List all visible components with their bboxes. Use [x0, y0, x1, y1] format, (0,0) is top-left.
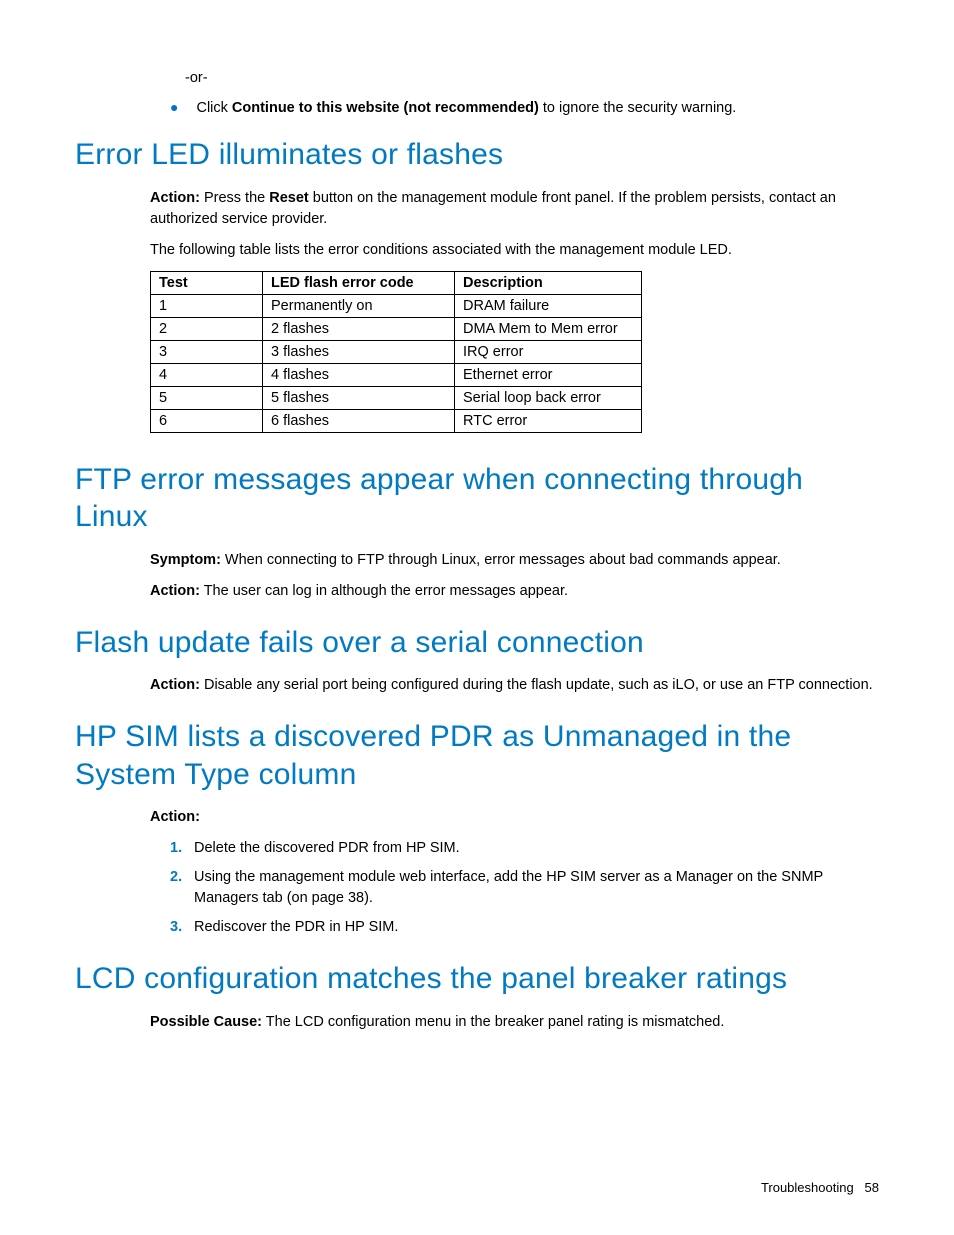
table-cell: DMA Mem to Mem error	[455, 317, 642, 340]
page-footer: Troubleshooting 58	[761, 1180, 879, 1195]
table-cell: 5 flashes	[263, 386, 455, 409]
table-row: 33 flashesIRQ error	[151, 340, 642, 363]
ordered-steps: 1.Delete the discovered PDR from HP SIM.…	[170, 838, 879, 938]
table-cell: RTC error	[455, 409, 642, 432]
table-cell: 1	[151, 294, 263, 317]
table-cell: 6	[151, 409, 263, 432]
possible-cause-text: Possible Cause: The LCD configuration me…	[150, 1012, 879, 1033]
table-row: 22 flashesDMA Mem to Mem error	[151, 317, 642, 340]
list-number: 1.	[170, 838, 194, 859]
list-text: Using the management module web interfac…	[194, 867, 879, 909]
action-text: Action: Press the Reset button on the ma…	[150, 188, 879, 230]
list-text: Rediscover the PDR in HP SIM.	[194, 917, 398, 938]
table-cell: 4	[151, 363, 263, 386]
list-item: 3.Rediscover the PDR in HP SIM.	[170, 917, 879, 938]
bullet-icon: ●	[170, 98, 178, 118]
table-row: 44 flashesEthernet error	[151, 363, 642, 386]
list-item: 1.Delete the discovered PDR from HP SIM.	[170, 838, 879, 859]
footer-section: Troubleshooting	[761, 1180, 854, 1195]
heading-lcd-config: LCD configuration matches the panel brea…	[75, 960, 879, 998]
footer-page-number: 58	[865, 1180, 879, 1195]
table-intro: The following table lists the error cond…	[150, 240, 879, 261]
list-number: 2.	[170, 867, 194, 909]
table-cell: DRAM failure	[455, 294, 642, 317]
action-text: Action: The user can log in although the…	[150, 581, 879, 602]
error-code-table: Test LED flash error code Description 1P…	[150, 271, 642, 433]
symptom-text: Symptom: When connecting to FTP through …	[150, 550, 879, 571]
action-label: Action:	[150, 807, 879, 828]
heading-flash-update: Flash update fails over a serial connect…	[75, 624, 879, 662]
document-page: -or- ● Click Continue to this website (n…	[0, 0, 954, 1235]
table-row: 55 flashesSerial loop back error	[151, 386, 642, 409]
heading-error-led: Error LED illuminates or flashes	[75, 136, 879, 174]
table-cell: 6 flashes	[263, 409, 455, 432]
heading-hp-sim: HP SIM lists a discovered PDR as Unmanag…	[75, 718, 879, 793]
bullet-item: ● Click Continue to this website (not re…	[170, 98, 879, 118]
table-cell: 3 flashes	[263, 340, 455, 363]
list-item: 2.Using the management module web interf…	[170, 867, 879, 909]
table-row: 66 flashesRTC error	[151, 409, 642, 432]
table-cell: Ethernet error	[455, 363, 642, 386]
heading-ftp-error: FTP error messages appear when connectin…	[75, 461, 879, 536]
list-number: 3.	[170, 917, 194, 938]
list-text: Delete the discovered PDR from HP SIM.	[194, 838, 460, 859]
table-cell: Permanently on	[263, 294, 455, 317]
table-cell: 5	[151, 386, 263, 409]
table-cell: IRQ error	[455, 340, 642, 363]
table-cell: 4 flashes	[263, 363, 455, 386]
table-cell: 2 flashes	[263, 317, 455, 340]
table-header: LED flash error code	[263, 271, 455, 294]
table-cell: Serial loop back error	[455, 386, 642, 409]
table-row: 1Permanently onDRAM failure	[151, 294, 642, 317]
table-header: Description	[455, 271, 642, 294]
table-cell: 3	[151, 340, 263, 363]
or-text: -or-	[185, 70, 879, 86]
action-text: Action: Disable any serial port being co…	[150, 675, 879, 696]
table-header: Test	[151, 271, 263, 294]
table-cell: 2	[151, 317, 263, 340]
table-header-row: Test LED flash error code Description	[151, 271, 642, 294]
bullet-text: Click Continue to this website (not reco…	[196, 98, 736, 118]
